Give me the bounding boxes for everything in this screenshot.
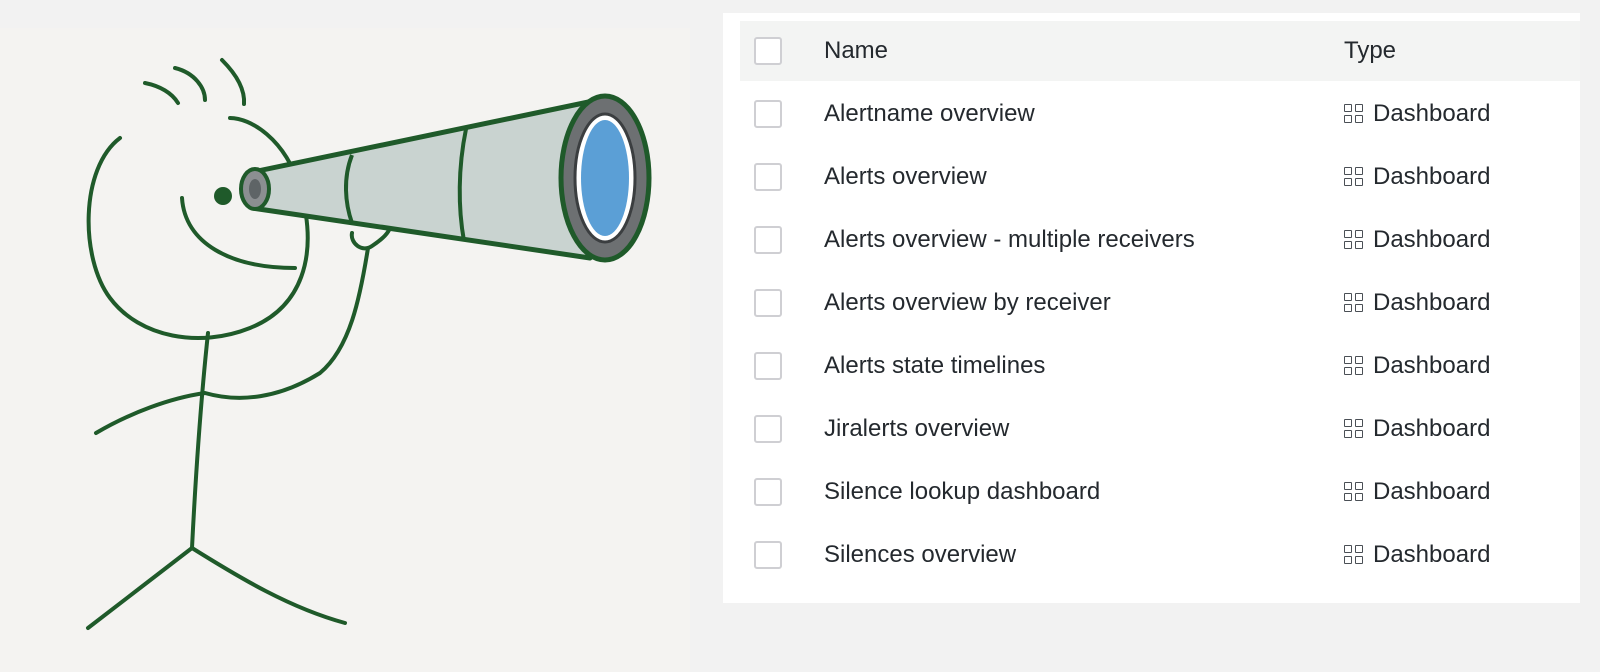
type-cell: Dashboard xyxy=(1344,352,1490,380)
dashboard-name-link[interactable]: Silences overview xyxy=(824,541,1016,569)
row-checkbox[interactable] xyxy=(754,540,782,569)
dashboard-name-link[interactable]: Alerts state timelines xyxy=(824,352,1045,380)
dashboard-grid-icon xyxy=(1344,230,1363,249)
table-row[interactable]: Silence lookup dashboard Dashboard xyxy=(740,460,1580,523)
empty-state-illustration xyxy=(0,28,690,672)
type-label: Dashboard xyxy=(1373,540,1491,568)
type-label: Dashboard xyxy=(1373,225,1491,253)
table-row[interactable]: Alerts overview Dashboard xyxy=(740,145,1580,208)
dashboard-name-link[interactable]: Alerts overview xyxy=(824,163,987,191)
dashboard-grid-icon xyxy=(1344,167,1363,186)
type-label: Dashboard xyxy=(1373,288,1491,316)
dashboard-name-link[interactable]: Alertname overview xyxy=(824,100,1035,128)
column-header-type[interactable]: Type xyxy=(1344,37,1396,65)
table-header-row: Name Type xyxy=(740,21,1580,81)
dashboard-grid-icon xyxy=(1344,293,1363,312)
row-checkbox[interactable] xyxy=(754,99,782,128)
table-row[interactable]: Silences overview Dashboard xyxy=(740,523,1580,586)
dashboard-grid-icon xyxy=(1344,356,1363,375)
type-label: Dashboard xyxy=(1373,162,1491,190)
type-cell: Dashboard xyxy=(1344,100,1490,128)
row-checkbox[interactable] xyxy=(754,225,782,254)
type-label: Dashboard xyxy=(1373,414,1491,442)
type-cell: Dashboard xyxy=(1344,163,1490,191)
table-row[interactable]: Jiralerts overview Dashboard xyxy=(740,397,1580,460)
type-cell: Dashboard xyxy=(1344,289,1490,317)
table-row[interactable]: Alerts state timelines Dashboard xyxy=(740,334,1580,397)
dashboard-name-link[interactable]: Jiralerts overview xyxy=(824,415,1009,443)
table-row[interactable]: Alerts overview by receiver Dashboard xyxy=(740,271,1580,334)
type-cell: Dashboard xyxy=(1344,415,1490,443)
dashboard-grid-icon xyxy=(1344,482,1363,501)
table-row[interactable]: Alertname overview Dashboard xyxy=(740,82,1580,145)
dashboard-grid-icon xyxy=(1344,545,1363,564)
type-label: Dashboard xyxy=(1373,351,1491,379)
dashboard-list-table: Name Type Alertname overview Dashboard A… xyxy=(723,13,1580,603)
select-all-checkbox[interactable] xyxy=(754,37,782,65)
row-checkbox[interactable] xyxy=(754,162,782,191)
type-label: Dashboard xyxy=(1373,477,1491,505)
type-label: Dashboard xyxy=(1373,99,1491,127)
stick-figure-telescope-icon xyxy=(86,58,652,630)
dashboard-name-link[interactable]: Alerts overview - multiple receivers xyxy=(824,226,1195,254)
table-row[interactable]: Alerts overview - multiple receivers Das… xyxy=(740,208,1580,271)
column-header-name[interactable]: Name xyxy=(824,37,888,65)
row-checkbox[interactable] xyxy=(754,288,782,317)
dashboard-grid-icon xyxy=(1344,104,1363,123)
type-cell: Dashboard xyxy=(1344,226,1490,254)
row-checkbox[interactable] xyxy=(754,351,782,380)
dashboard-name-link[interactable]: Alerts overview by receiver xyxy=(824,289,1111,317)
row-checkbox[interactable] xyxy=(754,414,782,443)
row-checkbox[interactable] xyxy=(754,477,782,506)
dashboard-name-link[interactable]: Silence lookup dashboard xyxy=(824,478,1100,506)
dashboard-grid-icon xyxy=(1344,419,1363,438)
type-cell: Dashboard xyxy=(1344,541,1490,569)
type-cell: Dashboard xyxy=(1344,478,1490,506)
